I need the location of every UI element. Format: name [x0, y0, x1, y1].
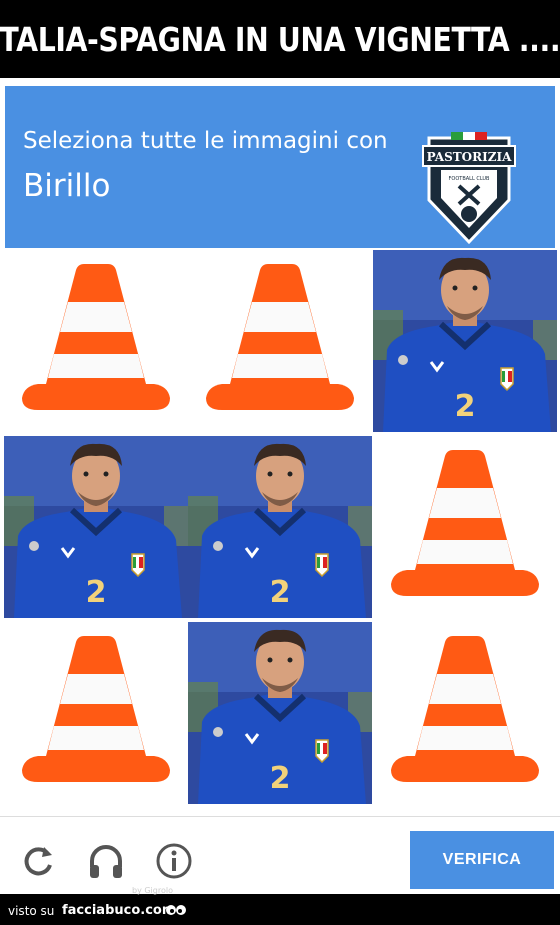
- jersey-number: 2: [270, 761, 291, 796]
- jersey-number: 2: [455, 389, 476, 424]
- captcha-keyword: Birillo: [23, 168, 111, 204]
- captcha-tile-cone[interactable]: [188, 250, 372, 432]
- captcha-footer: VERIFICA: [0, 816, 560, 894]
- jersey-number: 2: [86, 575, 107, 610]
- cone-image: [206, 264, 354, 410]
- eyes-icon: [166, 905, 186, 915]
- cone-image: [22, 636, 170, 782]
- captcha-tile-player[interactable]: 2: [4, 436, 188, 618]
- info-icon[interactable]: [154, 841, 194, 881]
- captcha-tile-cone[interactable]: [4, 622, 188, 804]
- site-link[interactable]: facciabuco.com: [62, 903, 175, 918]
- captcha-tile-player[interactable]: 2: [188, 436, 372, 618]
- captcha-grid: 2 2 2 2: [0, 250, 560, 810]
- captcha-tile-player[interactable]: 2: [373, 250, 557, 432]
- banner-title: ITALIA-SPAGNA IN UNA VIGNETTA .....: [0, 19, 560, 59]
- captcha-instruction: Seleziona tutte le immagini con: [23, 128, 388, 154]
- logo-name: PASTORIZIA: [427, 150, 512, 164]
- author-credit: by Gigrolo: [132, 886, 173, 895]
- captcha-tile-cone[interactable]: [373, 436, 557, 618]
- cone-image: [391, 450, 539, 596]
- captcha-header: Seleziona tutte le immagini con Birillo …: [5, 86, 555, 248]
- player-image: 2: [188, 622, 372, 804]
- cone-image: [22, 264, 170, 410]
- logo-subtitle: FOOTBALL CLUB: [449, 176, 491, 182]
- visto-label: visto su: [8, 904, 55, 918]
- captcha-tile-cone[interactable]: [4, 250, 188, 432]
- captcha-tile-player[interactable]: 2: [188, 622, 372, 804]
- reload-icon[interactable]: [18, 841, 58, 881]
- bottom-bar: visto su facciabuco.com: [0, 896, 560, 925]
- captcha-frame: Seleziona tutte le immagini con Birillo …: [0, 78, 560, 894]
- player-image: 2: [373, 250, 557, 432]
- player-image: 2: [4, 436, 188, 618]
- player-image: 2: [188, 436, 372, 618]
- captcha-tile-cone[interactable]: [373, 622, 557, 804]
- cone-image: [391, 636, 539, 782]
- pastorizia-logo: PASTORIZIA FOOTBALL CLUB: [422, 132, 516, 245]
- created-credit: creato su facciabuco.com: [4, 886, 107, 895]
- top-banner: ITALIA-SPAGNA IN UNA VIGNETTA .....: [0, 0, 560, 78]
- headphones-icon[interactable]: [86, 841, 126, 881]
- verify-button[interactable]: VERIFICA: [410, 831, 554, 889]
- jersey-number: 2: [270, 575, 291, 610]
